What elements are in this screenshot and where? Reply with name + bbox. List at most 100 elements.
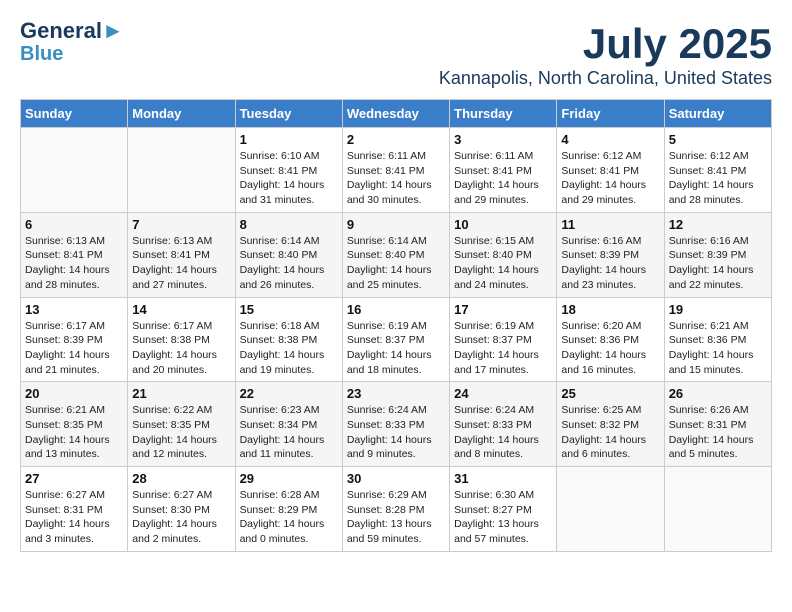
day-detail: Sunrise: 6:13 AM Sunset: 8:41 PM Dayligh… [132, 234, 230, 293]
day-detail: Sunrise: 6:17 AM Sunset: 8:38 PM Dayligh… [132, 319, 230, 378]
table-row: 14 Sunrise: 6:17 AM Sunset: 8:38 PM Dayli… [128, 297, 235, 382]
table-row: 8Sunrise: 6:14 AM Sunset: 8:40 PM Daylig… [235, 212, 342, 297]
day-number: 24 [454, 386, 552, 401]
table-row: 13 Sunrise: 6:17 AM Sunset: 8:39 PM Dayli… [21, 297, 128, 382]
day-number: 28 [132, 471, 230, 486]
day-detail: Sunrise: 6:16 AM Sunset: 8:39 PM Dayligh… [669, 234, 767, 293]
table-row: 20 Sunrise: 6:21 AM Sunset: 8:35 PM Dayli… [21, 382, 128, 467]
logo-blue-text: Blue [20, 43, 63, 65]
day-number: 26 [669, 386, 767, 401]
calendar-week-row: 20 Sunrise: 6:21 AM Sunset: 8:35 PM Dayli… [21, 382, 772, 467]
table-row: 25 Sunrise: 6:25 AM Sunset: 8:32 PM Dayli… [557, 382, 664, 467]
table-row: 6 Sunrise: 6:13 AM Sunset: 8:41 PM Daylig… [21, 212, 128, 297]
day-detail: Sunrise: 6:21 AM Sunset: 8:36 PM Dayligh… [669, 319, 767, 378]
day-number: 29 [240, 471, 338, 486]
day-number: 19 [669, 302, 767, 317]
day-detail: Sunrise: 6:18 AM Sunset: 8:38 PM Dayligh… [240, 319, 338, 378]
day-number: 22 [240, 386, 338, 401]
table-row: 28 Sunrise: 6:27 AM Sunset: 8:30 PM Dayli… [128, 467, 235, 552]
day-number: 27 [25, 471, 123, 486]
day-number: 3 [454, 132, 552, 147]
table-row: 2 Sunrise: 6:11 AM Sunset: 8:41 PM Daylig… [342, 128, 449, 213]
day-number: 6 [25, 217, 123, 232]
calendar-week-row: 1 Sunrise: 6:10 AM Sunset: 8:41 PM Daylig… [21, 128, 772, 213]
col-sunday: Sunday [21, 100, 128, 128]
day-number: 21 [132, 386, 230, 401]
table-row: 15 Sunrise: 6:18 AM Sunset: 8:38 PM Dayli… [235, 297, 342, 382]
table-row: 30Sunrise: 6:29 AM Sunset: 8:28 PM Dayli… [342, 467, 449, 552]
day-number: 2 [347, 132, 445, 147]
day-number: 15 [240, 302, 338, 317]
day-detail: Sunrise: 6:15 AM Sunset: 8:40 PM Dayligh… [454, 234, 552, 293]
day-detail: Sunrise: 6:11 AM Sunset: 8:41 PM Dayligh… [454, 149, 552, 208]
logo-blue: ► [102, 18, 124, 43]
table-row: 29 Sunrise: 6:28 AM Sunset: 8:29 PM Dayli… [235, 467, 342, 552]
table-row: 7 Sunrise: 6:13 AM Sunset: 8:41 PM Daylig… [128, 212, 235, 297]
table-row: 22Sunrise: 6:23 AM Sunset: 8:34 PM Dayli… [235, 382, 342, 467]
col-saturday: Saturday [664, 100, 771, 128]
table-row: 17Sunrise: 6:19 AM Sunset: 8:37 PM Dayli… [450, 297, 557, 382]
day-detail: Sunrise: 6:14 AM Sunset: 8:40 PM Dayligh… [347, 234, 445, 293]
day-number: 20 [25, 386, 123, 401]
day-number: 30 [347, 471, 445, 486]
calendar-week-row: 13 Sunrise: 6:17 AM Sunset: 8:39 PM Dayli… [21, 297, 772, 382]
col-wednesday: Wednesday [342, 100, 449, 128]
day-detail: Sunrise: 6:13 AM Sunset: 8:41 PM Dayligh… [25, 234, 123, 293]
table-row: 27 Sunrise: 6:27 AM Sunset: 8:31 PM Dayli… [21, 467, 128, 552]
table-row: 12 Sunrise: 6:16 AM Sunset: 8:39 PM Dayli… [664, 212, 771, 297]
logo-text: General► Blue [20, 20, 124, 64]
col-tuesday: Tuesday [235, 100, 342, 128]
day-detail: Sunrise: 6:25 AM Sunset: 8:32 PM Dayligh… [561, 403, 659, 462]
table-row [21, 128, 128, 213]
calendar-table: Sunday Monday Tuesday Wednesday Thursday… [20, 99, 772, 552]
day-detail: Sunrise: 6:22 AM Sunset: 8:35 PM Dayligh… [132, 403, 230, 462]
day-number: 9 [347, 217, 445, 232]
calendar-header-row: Sunday Monday Tuesday Wednesday Thursday… [21, 100, 772, 128]
day-number: 11 [561, 217, 659, 232]
day-detail: Sunrise: 6:10 AM Sunset: 8:41 PM Dayligh… [240, 149, 338, 208]
table-row: 10 Sunrise: 6:15 AM Sunset: 8:40 PM Dayli… [450, 212, 557, 297]
day-number: 10 [454, 217, 552, 232]
day-detail: Sunrise: 6:27 AM Sunset: 8:30 PM Dayligh… [132, 488, 230, 547]
day-detail: Sunrise: 6:12 AM Sunset: 8:41 PM Dayligh… [561, 149, 659, 208]
table-row: 19 Sunrise: 6:21 AM Sunset: 8:36 PM Dayli… [664, 297, 771, 382]
day-detail: Sunrise: 6:11 AM Sunset: 8:41 PM Dayligh… [347, 149, 445, 208]
table-row: 3 Sunrise: 6:11 AM Sunset: 8:41 PM Daylig… [450, 128, 557, 213]
day-number: 18 [561, 302, 659, 317]
day-detail: Sunrise: 6:24 AM Sunset: 8:33 PM Dayligh… [347, 403, 445, 462]
day-number: 16 [347, 302, 445, 317]
table-row: 9 Sunrise: 6:14 AM Sunset: 8:40 PM Daylig… [342, 212, 449, 297]
table-row: 4Sunrise: 6:12 AM Sunset: 8:41 PM Daylig… [557, 128, 664, 213]
table-row [128, 128, 235, 213]
day-detail: Sunrise: 6:12 AM Sunset: 8:41 PM Dayligh… [669, 149, 767, 208]
day-number: 12 [669, 217, 767, 232]
col-monday: Monday [128, 100, 235, 128]
day-detail: Sunrise: 6:27 AM Sunset: 8:31 PM Dayligh… [25, 488, 123, 547]
table-row: 24Sunrise: 6:24 AM Sunset: 8:33 PM Dayli… [450, 382, 557, 467]
table-row: 1 Sunrise: 6:10 AM Sunset: 8:41 PM Daylig… [235, 128, 342, 213]
calendar-week-row: 27 Sunrise: 6:27 AM Sunset: 8:31 PM Dayli… [21, 467, 772, 552]
day-number: 13 [25, 302, 123, 317]
day-number: 5 [669, 132, 767, 147]
sub-title: Kannapolis, North Carolina, United State… [439, 68, 772, 89]
table-row: 18 Sunrise: 6:20 AM Sunset: 8:36 PM Dayli… [557, 297, 664, 382]
day-number: 17 [454, 302, 552, 317]
day-detail: Sunrise: 6:16 AM Sunset: 8:39 PM Dayligh… [561, 234, 659, 293]
logo-general: General [20, 18, 102, 43]
day-detail: Sunrise: 6:30 AM Sunset: 8:27 PM Dayligh… [454, 488, 552, 547]
table-row: 11 Sunrise: 6:16 AM Sunset: 8:39 PM Dayli… [557, 212, 664, 297]
day-detail: Sunrise: 6:21 AM Sunset: 8:35 PM Dayligh… [25, 403, 123, 462]
day-detail: Sunrise: 6:17 AM Sunset: 8:39 PM Dayligh… [25, 319, 123, 378]
day-detail: Sunrise: 6:28 AM Sunset: 8:29 PM Dayligh… [240, 488, 338, 547]
day-number: 31 [454, 471, 552, 486]
day-number: 14 [132, 302, 230, 317]
day-detail: Sunrise: 6:20 AM Sunset: 8:36 PM Dayligh… [561, 319, 659, 378]
table-row [664, 467, 771, 552]
day-number: 25 [561, 386, 659, 401]
table-row: 16Sunrise: 6:19 AM Sunset: 8:37 PM Dayli… [342, 297, 449, 382]
day-number: 1 [240, 132, 338, 147]
col-friday: Friday [557, 100, 664, 128]
main-title: July 2025 [439, 20, 772, 68]
day-detail: Sunrise: 6:14 AM Sunset: 8:40 PM Dayligh… [240, 234, 338, 293]
day-number: 7 [132, 217, 230, 232]
